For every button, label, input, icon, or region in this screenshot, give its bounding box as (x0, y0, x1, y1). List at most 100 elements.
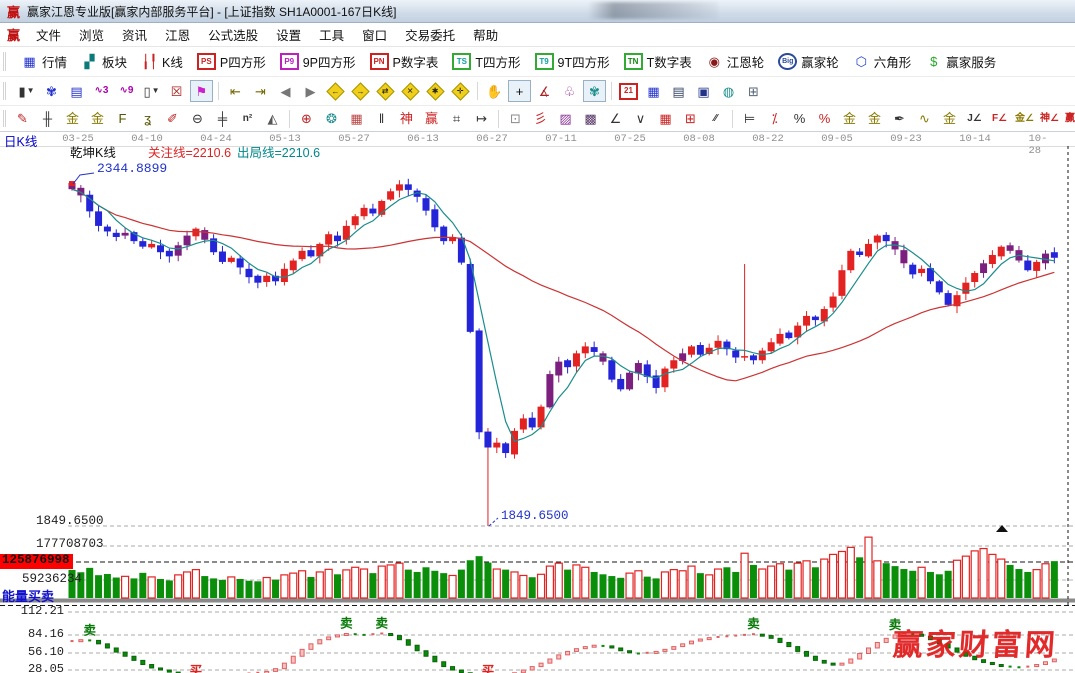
tool-diamond-right-icon[interactable]: → (349, 80, 372, 102)
tool-wave-9-icon[interactable]: ∿9 (115, 80, 138, 102)
tool-gold-square-b-icon[interactable]: 金 (86, 108, 109, 130)
menu-item-3[interactable]: 资讯 (113, 23, 156, 46)
tool-f-ruler-icon[interactable]: F (111, 108, 134, 130)
tool-wave-check-icon[interactable]: ∨ (629, 108, 652, 130)
menu-item-9[interactable]: 交易委托 (396, 23, 464, 46)
tool-gold-under-icon[interactable]: 金 (938, 108, 961, 130)
tool-last-bar-icon[interactable]: ⇥ (249, 80, 272, 102)
menu-item-10[interactable]: 帮助 (464, 23, 507, 46)
tool-f-angle-icon[interactable]: F∠ (988, 108, 1011, 130)
kline-chart-canvas[interactable]: 卖买卖卖买卖卖 (0, 132, 1075, 673)
tool-percent-icon[interactable]: % (788, 108, 811, 130)
tool-calculator-icon[interactable]: ▦ (642, 80, 665, 102)
tool-qiankun-toggle-icon[interactable]: ✾ (583, 80, 606, 102)
tool-ink-pen-icon[interactable]: ✒ (888, 108, 911, 130)
tool-god-angle-icon[interactable]: 神∠ (1038, 108, 1061, 130)
tool-trade-delegate-icon[interactable]: ⊞ (742, 80, 765, 102)
toolbar-button-quotes[interactable]: ▦行情 (14, 50, 74, 73)
toolbar-button-gann-wheel[interactable]: ◉江恩轮 (699, 50, 772, 73)
tool-hand-tool-icon[interactable]: ✋ (483, 80, 506, 102)
tool-circle-gauge-icon[interactable]: ⊖ (186, 108, 209, 130)
tool-chart-flag-icon[interactable]: ⚑ (190, 80, 213, 102)
menu-item-2[interactable]: 浏览 (70, 23, 113, 46)
tool-web-export-icon[interactable]: ◍ (717, 80, 740, 102)
tool-candle-type-icon[interactable]: ▯▼ (140, 80, 163, 102)
tool-ruler-b-icon[interactable]: ╪ (211, 108, 234, 130)
tool-diamond-star-icon[interactable]: ✱ (424, 80, 447, 102)
tool-god-line-icon[interactable]: 神 (395, 108, 418, 130)
menu-item-6[interactable]: 设置 (267, 23, 310, 46)
title-bar[interactable]: 赢 赢家江恩专业版[赢家内部服务平台] - [上证指数 SH1A0001-167… (0, 0, 1075, 23)
menu-item-7[interactable]: 工具 (310, 23, 353, 46)
tool-grid-arrow-icon[interactable]: ⊞ (679, 108, 702, 130)
tool-angle-tool-icon[interactable]: ∡ (533, 80, 556, 102)
tool-notes-icon[interactable]: ▤ (65, 80, 88, 102)
toolbar-button-hexagon[interactable]: ⬡六角形 (846, 50, 919, 73)
toolbar-grip[interactable] (3, 110, 6, 126)
toolbar-button-9t-square[interactable]: T99T四方形 (528, 50, 617, 73)
tool-grid-red-icon[interactable]: ▦ (654, 108, 677, 130)
tool-web-circle-icon[interactable]: ❂ (320, 108, 343, 130)
tool-pencil-icon[interactable]: ✎ (11, 108, 34, 130)
toolbar-grip[interactable] (3, 52, 10, 71)
tool-n-square-icon[interactable]: n² (236, 108, 259, 130)
toolbar-button-9p-square[interactable]: P99P四方形 (273, 50, 363, 73)
menu-item-5[interactable]: 公式选股 (199, 23, 267, 46)
tool-fan-lines-icon[interactable]: 彡 (529, 108, 552, 130)
toolbar-grip[interactable] (3, 82, 10, 100)
tool-bar-pair-icon[interactable]: ‖ (370, 108, 393, 130)
tool-ruler-icon[interactable]: ╫ (36, 108, 59, 130)
tool-compass-icon[interactable]: ◭ (261, 108, 284, 130)
tool-gann-tools-icon[interactable]: ✾ (40, 80, 63, 102)
tool-gold-triple-icon[interactable]: 金 (863, 108, 886, 130)
toolbar-button-t-number-table[interactable]: TNT数字表 (617, 50, 699, 73)
tool-percent-slash-icon[interactable]: ⁒ (763, 108, 786, 130)
tool-diamond-expand-icon[interactable]: ✛ (449, 80, 472, 102)
tool-gold-circle-icon[interactable]: 金 (838, 108, 861, 130)
menu-item-8[interactable]: 窗口 (353, 23, 396, 46)
tool-angle-lines-icon[interactable]: ∠ (604, 108, 627, 130)
tool-fan-square-icon[interactable]: ▨ (554, 108, 577, 130)
tool-diamond-swap-icon[interactable]: ⇄ (374, 80, 397, 102)
tool-gold-angle-icon[interactable]: 金∠ (1013, 108, 1036, 130)
tool-j-angle-icon[interactable]: J∠ (963, 108, 986, 130)
tool-stat-ladder-icon[interactable]: ⊨ (738, 108, 761, 130)
menu-item-1[interactable]: 文件 (27, 23, 70, 46)
tool-first-bar-icon[interactable]: ⇤ (224, 80, 247, 102)
tool-crosshair-tool-icon[interactable]: + (508, 80, 531, 102)
panel-period-label[interactable]: 日K线 (4, 136, 37, 150)
tool-fan-grid-icon[interactable]: ▩ (579, 108, 602, 130)
tool-frame-tool-icon[interactable]: ⊡ (504, 108, 527, 130)
tool-next-bar-icon[interactable]: ▶ (299, 80, 322, 102)
tool-spiral-icon[interactable]: ʓ (136, 108, 159, 130)
tool-wave-gold-icon[interactable]: ∿ (913, 108, 936, 130)
tool-save-icon[interactable]: ▣ (692, 80, 715, 102)
tool-winner-line-icon[interactable]: 赢 (420, 108, 443, 130)
tool-winner-angle-icon[interactable]: 赢∠ (1063, 108, 1075, 130)
tool-circle-cross-icon[interactable]: ⊕ (295, 108, 318, 130)
tool-memo-icon[interactable]: ▤ (667, 80, 690, 102)
tool-structure-tool-icon[interactable]: ♧ (558, 80, 581, 102)
tool-bar-width-icon[interactable]: ↦ (470, 108, 493, 130)
toolbar-button-p-number-table[interactable]: PNP数字表 (363, 50, 446, 73)
tool-prev-bar-icon[interactable]: ◀ (274, 80, 297, 102)
toolbar-button-kline[interactable]: ╽╿K线 (134, 50, 190, 73)
tool-diamond-collapse-icon[interactable]: ✕ (399, 80, 422, 102)
toolbar-button-t-square[interactable]: TST四方形 (445, 50, 527, 73)
tool-marker-pen-icon[interactable]: ✐ (161, 108, 184, 130)
tool-number-grid-icon[interactable]: ⌗ (445, 108, 468, 130)
tool-hotkey-icon[interactable]: ☒ (165, 80, 188, 102)
tool-wave-3-icon[interactable]: ∿3 (90, 80, 113, 102)
tool-gold-square-a-icon[interactable]: 金 (61, 108, 84, 130)
toolbar-button-sectors[interactable]: ▞板块 (74, 50, 134, 73)
tool-diamond-left-icon[interactable]: ← (324, 80, 347, 102)
tool-calendar-icon[interactable]: 21 (617, 80, 640, 102)
sub-indicator-name[interactable]: 能量买卖 (2, 590, 54, 604)
tool-slant-lines-icon[interactable]: ∕∕ (704, 108, 727, 130)
tool-percent-equal-icon[interactable]: % (813, 108, 836, 130)
tool-kline-style-icon[interactable]: ▮▼ (15, 80, 38, 102)
menu-item-4[interactable]: 江恩 (156, 23, 199, 46)
toolbar-button-p-square[interactable]: PSP四方形 (190, 50, 273, 73)
tool-grid-target-icon[interactable]: ▦ (345, 108, 368, 130)
toolbar-button-winner-wheel[interactable]: Big赢家轮 (771, 50, 846, 73)
